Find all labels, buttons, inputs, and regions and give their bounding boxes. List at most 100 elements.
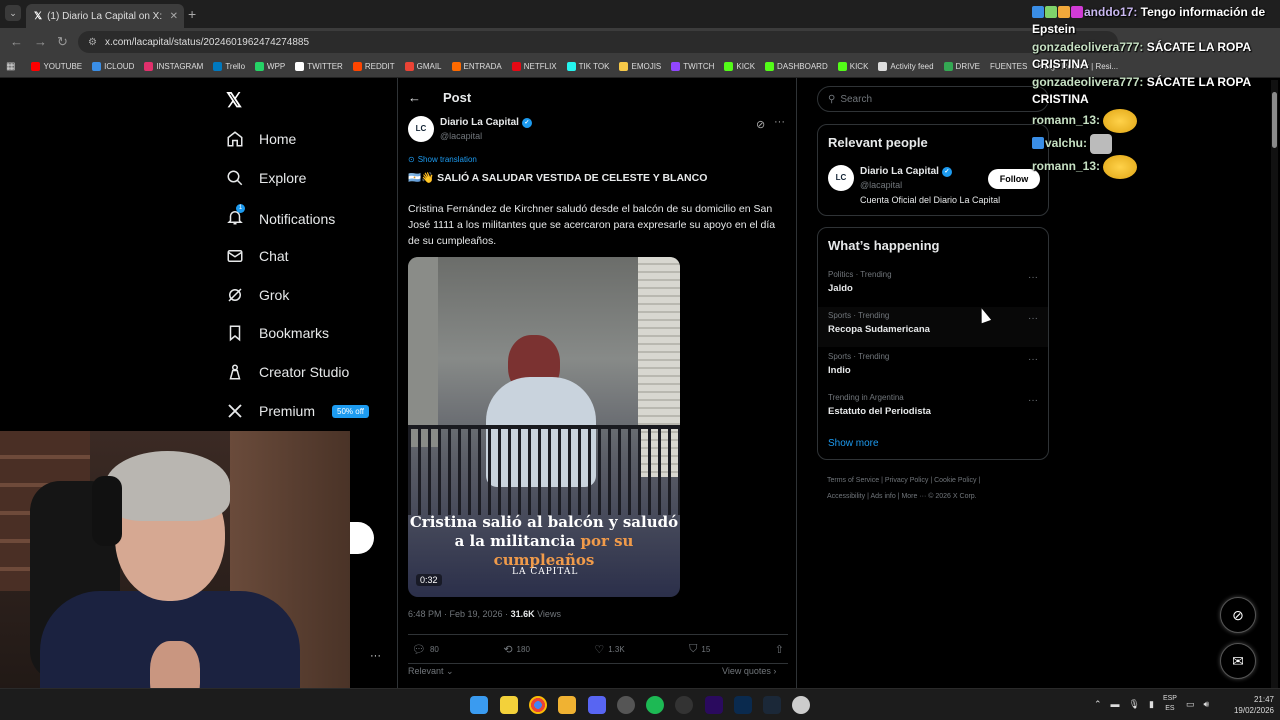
author-handle[interactable]: @lacapital bbox=[440, 131, 482, 141]
network-icon[interactable]: ▭ bbox=[1186, 699, 1195, 710]
obs-icon[interactable] bbox=[617, 696, 635, 714]
sticky-notes-icon[interactable] bbox=[500, 696, 518, 714]
footer-line[interactable]: Accessibility | Ads info | More ··· © 20… bbox=[827, 489, 1047, 505]
grok-explain-icon[interactable]: ⊘ bbox=[756, 118, 765, 131]
reply-button[interactable]: 💬︎ 80 bbox=[412, 643, 439, 656]
trend-item[interactable]: Sports · Trending Indio ··· bbox=[818, 348, 1048, 388]
bookmark-item[interactable]: EMOJIS bbox=[619, 62, 661, 71]
bookmark-item[interactable]: FUENTES bbox=[990, 62, 1027, 71]
post-actions: 💬︎ 80 ⟲ 180 ♡ 1.3K ⛉ 15 ⇧ bbox=[408, 634, 788, 664]
sidebar-item-explore[interactable]: Explore bbox=[226, 169, 306, 187]
bookmark-item[interactable]: TWITTER bbox=[295, 62, 343, 71]
author-name-row[interactable]: Diario La Capital ✓ bbox=[440, 117, 532, 128]
back-arrow-icon[interactable]: ← bbox=[408, 90, 421, 105]
more-options-icon[interactable]: ··· bbox=[1028, 272, 1038, 283]
sidebar-item-premium[interactable]: Premium 50% off bbox=[226, 402, 369, 420]
chrome-icon[interactable] bbox=[529, 696, 547, 714]
reply-sort-dropdown[interactable]: Relevant ⌄ bbox=[408, 666, 454, 677]
more-options-icon[interactable]: ··· bbox=[1028, 354, 1038, 365]
bookmark-item[interactable]: NETFLIX bbox=[511, 62, 557, 71]
steam-icon[interactable] bbox=[763, 696, 781, 714]
system-clock[interactable]: 21:47 19/02/2026 bbox=[1224, 694, 1274, 716]
messages-float-button[interactable]: ✉ bbox=[1220, 643, 1256, 679]
premiere-icon[interactable] bbox=[705, 696, 723, 714]
bookmark-item[interactable]: ICLOUD bbox=[92, 62, 134, 71]
bookmark-item[interactable]: KICK bbox=[837, 62, 868, 71]
bookmark-item[interactable]: INSTAGRAM bbox=[144, 62, 203, 71]
microphone-icon[interactable]: 🎙︎ bbox=[1129, 699, 1140, 710]
more-options-icon[interactable]: ··· bbox=[1028, 313, 1038, 324]
verified-badge-icon: ✓ bbox=[941, 166, 952, 177]
site-info-icon[interactable]: ⚙ bbox=[88, 37, 97, 48]
more-options-icon[interactable]: ··· bbox=[370, 650, 381, 662]
person-name-row[interactable]: Diario La Capital ✓ bbox=[860, 166, 952, 177]
sidebar-item-home[interactable]: Home bbox=[226, 130, 296, 148]
bookmark-item[interactable]: TWITCH bbox=[671, 62, 714, 71]
bookmark-button[interactable]: ⛉ 15 bbox=[689, 643, 710, 656]
share-button[interactable]: ⇧ bbox=[775, 643, 784, 656]
back-icon[interactable]: ← bbox=[10, 34, 23, 49]
reload-icon[interactable]: ↻ bbox=[57, 34, 68, 50]
sidebar-item-label: Creator Studio bbox=[259, 364, 350, 380]
tab-search-button[interactable]: ⌄ bbox=[5, 5, 21, 21]
more-options-icon[interactable]: ··· bbox=[774, 116, 785, 128]
x-logo[interactable]: 𝕏 bbox=[226, 88, 242, 113]
browser-tab[interactable]: 𝕏 (1) Diario La Capital on X: "ᴀʀ👋 ✕ bbox=[26, 4, 184, 28]
page-scrollbar[interactable] bbox=[1271, 80, 1278, 688]
bookmark-item[interactable]: WPP bbox=[255, 62, 285, 71]
sidebar-item-notifications[interactable]: 1 Notifications bbox=[226, 204, 335, 229]
author-avatar[interactable]: LC bbox=[408, 116, 434, 142]
bookmark-item[interactable]: GMAIL bbox=[404, 62, 442, 71]
trend-item[interactable]: Sports · Trending Recopa Sudamericana ··… bbox=[818, 307, 1048, 347]
show-more-link[interactable]: Show more bbox=[828, 438, 879, 449]
like-button[interactable]: ♡ 1.3K bbox=[594, 643, 624, 656]
bookmark-item[interactable]: Activity feed bbox=[878, 62, 934, 71]
discord-icon[interactable] bbox=[588, 696, 606, 714]
language-indicator[interactable]: ESP ES bbox=[1163, 694, 1177, 714]
footer-line[interactable]: Terms of Service | Privacy Policy | Cook… bbox=[827, 473, 1047, 489]
search-input[interactable]: ⚲ Search bbox=[817, 86, 1049, 112]
start-menu-icon[interactable] bbox=[470, 696, 488, 714]
post-video[interactable]: Cristina salió al balcón y saludó a la m… bbox=[408, 257, 680, 597]
forward-icon[interactable]: → bbox=[34, 34, 47, 49]
photoshop-icon[interactable] bbox=[734, 696, 752, 714]
chevron-up-icon[interactable]: ⌃ bbox=[1094, 699, 1102, 710]
new-tab-button[interactable]: + bbox=[188, 6, 196, 22]
bookmark-item[interactable]: DRIVE bbox=[943, 62, 980, 71]
sidebar-item-chat[interactable]: Chat bbox=[226, 247, 289, 265]
bookmark-item[interactable]: DASHBOARD bbox=[765, 62, 828, 71]
person-avatar[interactable]: LC bbox=[828, 165, 854, 191]
bookmark-item[interactable]: TIK TOK bbox=[566, 62, 609, 71]
chat-username: romann_13: bbox=[1032, 159, 1101, 174]
bookmark-item[interactable]: Trello bbox=[213, 62, 245, 71]
app-icon[interactable] bbox=[792, 696, 810, 714]
bookmark-item[interactable]: REDDIT bbox=[352, 62, 395, 71]
bookmark-label: Trello bbox=[225, 62, 246, 71]
file-explorer-icon[interactable] bbox=[558, 696, 576, 714]
bookmark-item[interactable]: YOUTUBE bbox=[31, 62, 82, 71]
trend-item[interactable]: Politics · Trending Jaldo ··· bbox=[818, 266, 1048, 306]
app-icon[interactable] bbox=[675, 696, 693, 714]
address-bar[interactable]: ⚙ x.com/lacapital/status/202460196247427… bbox=[78, 31, 1118, 53]
flag-icon[interactable]: ▬ bbox=[1111, 699, 1120, 709]
sidebar-item-grok[interactable]: Grok bbox=[226, 286, 289, 304]
tab-close-icon[interactable]: ✕ bbox=[170, 11, 178, 22]
bookmark-favicon-icon bbox=[451, 62, 461, 71]
person-handle[interactable]: @lacapital bbox=[860, 180, 902, 190]
repost-button[interactable]: ⟲ 180 bbox=[503, 643, 530, 656]
bookmark-item[interactable]: ENTRADA bbox=[451, 62, 502, 71]
show-translation-link[interactable]: ⊙ Show translation bbox=[408, 155, 477, 164]
trend-item[interactable]: Trending in Argentina Estatuto del Perio… bbox=[818, 389, 1048, 429]
video-brand-logo: LA CAPITAL bbox=[512, 567, 579, 577]
security-icon[interactable]: ▮ bbox=[1149, 699, 1154, 710]
scrollbar-thumb[interactable] bbox=[1272, 92, 1277, 148]
spotify-icon[interactable] bbox=[646, 696, 664, 714]
apps-grid-icon[interactable]: ▦ bbox=[6, 61, 15, 72]
sidebar-item-creator-studio[interactable]: Creator Studio bbox=[226, 363, 349, 381]
view-quotes-link[interactable]: View quotes › bbox=[722, 666, 776, 676]
sidebar-item-bookmarks[interactable]: Bookmarks bbox=[226, 324, 329, 342]
grok-float-button[interactable]: ⊘ bbox=[1220, 597, 1256, 633]
more-options-icon[interactable]: ··· bbox=[1028, 395, 1038, 406]
volume-icon[interactable]: 🔊︎ bbox=[1203, 699, 1209, 710]
bookmark-item[interactable]: KICK bbox=[724, 62, 755, 71]
